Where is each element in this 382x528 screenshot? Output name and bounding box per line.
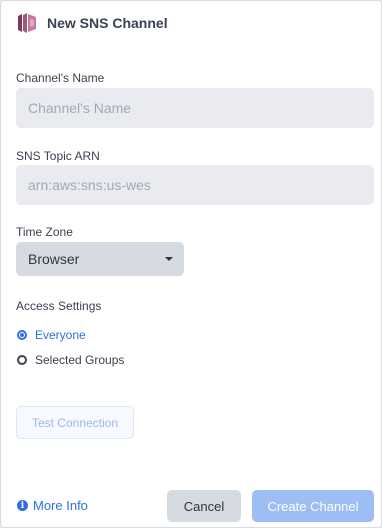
- access-option-everyone[interactable]: Everyone: [17, 328, 86, 342]
- test-connection-button[interactable]: Test Connection: [16, 406, 134, 439]
- time-zone-label: Time Zone: [16, 225, 73, 239]
- info-icon: i: [17, 500, 28, 511]
- radio-selected-icon[interactable]: [17, 330, 27, 340]
- channel-name-label: Channel's Name: [16, 71, 105, 85]
- channel-name-input[interactable]: [16, 88, 374, 128]
- new-sns-channel-panel: New SNS Channel Channel's Name SNS Topic…: [0, 0, 382, 528]
- access-option-label: Everyone: [35, 328, 86, 342]
- access-option-selected-groups[interactable]: Selected Groups: [17, 353, 124, 367]
- more-info-label: More Info: [33, 498, 88, 513]
- chevron-down-icon: [165, 257, 173, 261]
- cancel-button[interactable]: Cancel: [167, 490, 241, 522]
- panel-header: New SNS Channel: [16, 11, 168, 35]
- sns-logo-icon: [18, 13, 36, 33]
- create-channel-button[interactable]: Create Channel: [252, 490, 374, 522]
- time-zone-select[interactable]: Browser: [16, 242, 184, 276]
- sns-topic-arn-label: SNS Topic ARN: [16, 149, 100, 163]
- access-settings-label: Access Settings: [16, 299, 102, 313]
- access-option-label: Selected Groups: [35, 353, 125, 367]
- more-info-link[interactable]: i More Info: [17, 498, 88, 513]
- sns-topic-arn-input[interactable]: [16, 165, 374, 205]
- radio-unselected-icon[interactable]: [17, 355, 27, 365]
- time-zone-value: Browser: [28, 251, 80, 267]
- page-title: New SNS Channel: [47, 15, 168, 31]
